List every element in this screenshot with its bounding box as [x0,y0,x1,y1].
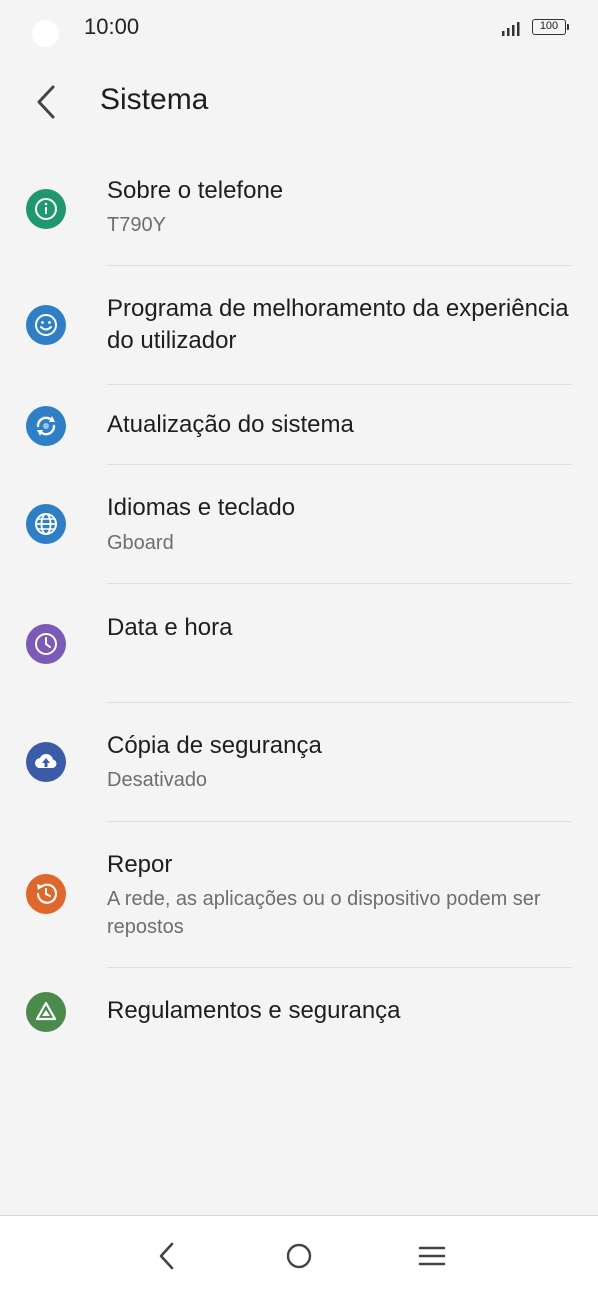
status-time: 10:00 [84,14,140,39]
globe-icon [26,504,66,544]
signal-icon [502,22,520,36]
list-item-languages-keyboard[interactable]: Idiomas e teclado Gboard [0,465,598,583]
nav-menu-button[interactable] [412,1236,452,1276]
back-arrow-icon [37,85,55,119]
item-title: Regulamentos e segurança [107,997,401,1024]
nav-menu-icon [418,1246,446,1266]
page-title: Sistema [100,83,209,116]
info-icon [26,189,66,229]
back-button[interactable] [28,82,64,122]
clock-icon [26,624,66,664]
smiley-icon [26,305,66,345]
update-icon [26,406,66,446]
navigation-bar [0,1215,598,1296]
restore-icon [26,874,66,914]
item-title: Atualização do sistema [107,411,354,438]
item-title: Programa de melhoramento da experiência … [107,295,569,354]
item-title: Idiomas e teclado [107,494,296,521]
item-title: Sobre o telefone [107,177,284,204]
app-header: Sistema [0,70,598,134]
list-item-user-experience-program[interactable]: Programa de melhoramento da experiência … [0,266,598,384]
list-item-backup[interactable]: Cópia de segurança Desativado [0,703,598,821]
nav-home-button[interactable] [279,1236,319,1276]
item-subtitle: Gboard [107,532,174,554]
status-bar: 10:00 100 [0,0,598,56]
item-subtitle: A rede, as aplicações ou o dispositivo p… [107,888,541,938]
nav-home-icon [286,1243,312,1269]
cloud-upload-icon [26,742,66,782]
list-item-about-phone[interactable]: Sobre o telefone T790Y [0,160,598,266]
list-item-system-update[interactable]: Atualização do sistema [0,385,598,464]
list-item-reset[interactable]: Repor A rede, as aplicações ou o disposi… [0,822,598,967]
nav-back-icon [159,1242,174,1270]
battery-level: 100 [539,20,559,32]
nav-back-button[interactable] [146,1236,186,1276]
item-title: Data e hora [107,614,233,641]
item-subtitle: T790Y [107,214,166,236]
item-subtitle: Desativado [107,769,208,791]
item-title: Repor [107,851,173,878]
list-item-date-time[interactable]: Data e hora [0,584,598,702]
battery-icon: 100 [532,19,569,35]
list-item-regulatory-safety[interactable]: Regulamentos e segurança [0,968,598,1058]
regulatory-icon [26,992,66,1032]
item-title: Cópia de segurança [107,732,322,759]
camera-cutout [32,20,59,47]
